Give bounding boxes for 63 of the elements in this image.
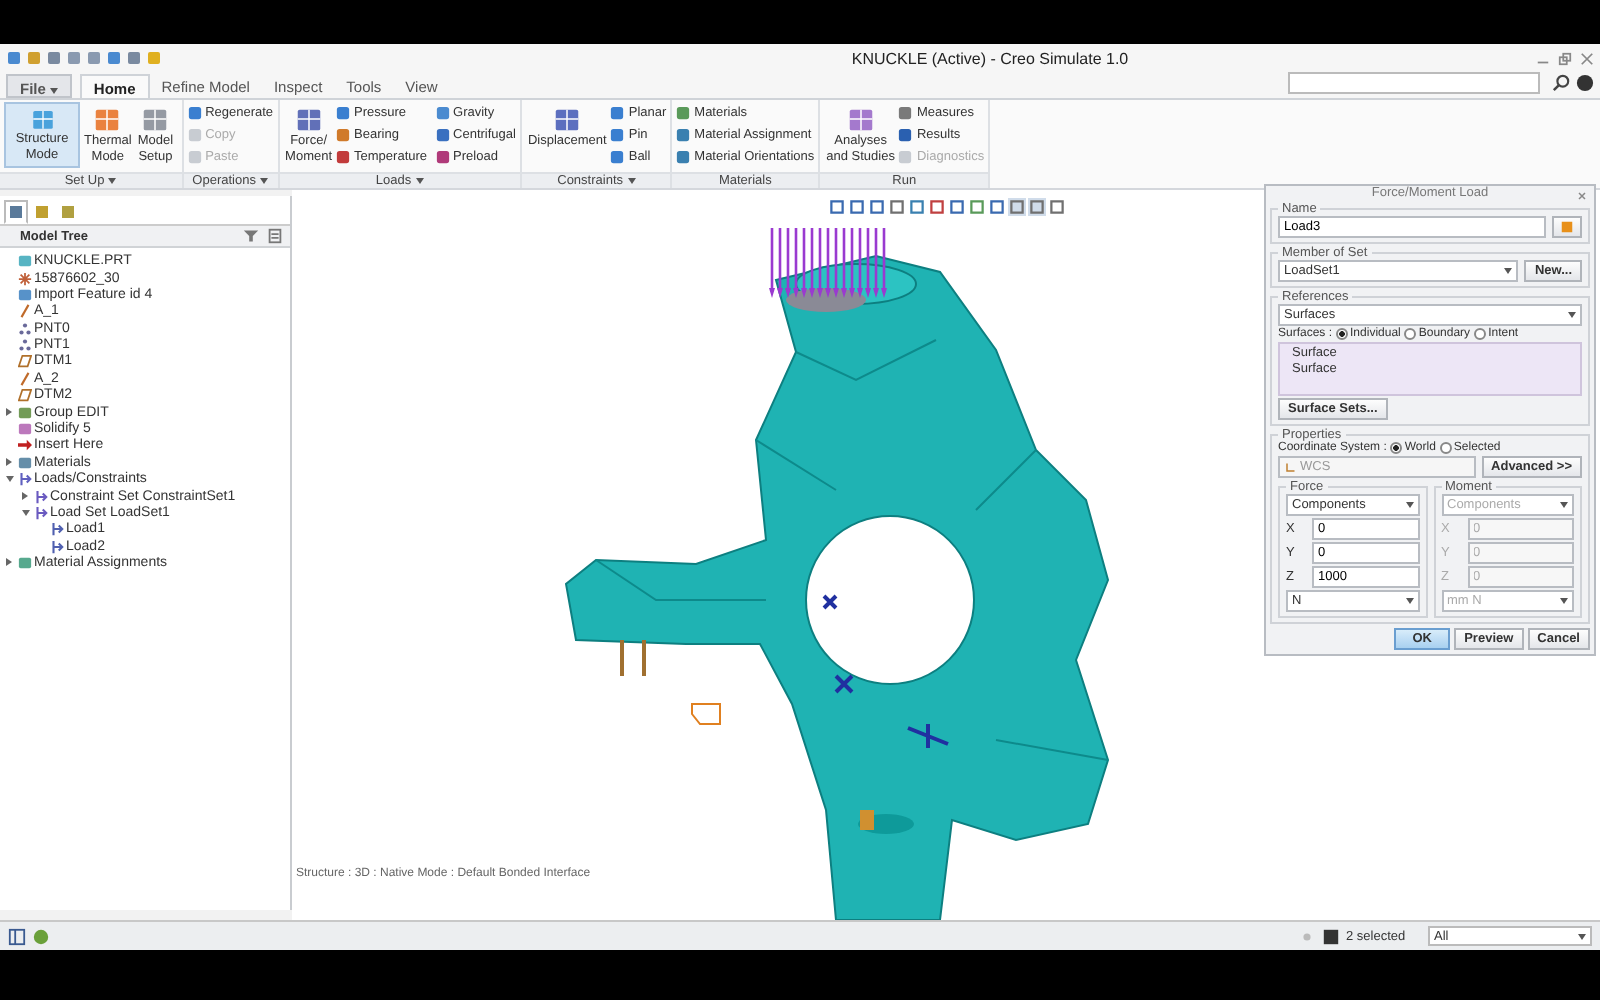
grid-icon xyxy=(27,106,57,133)
expand-arrow-icon[interactable] xyxy=(4,557,16,570)
search-field[interactable] xyxy=(1288,72,1540,95)
square-icon xyxy=(898,150,913,165)
materials-icon xyxy=(18,455,32,470)
square-icon xyxy=(676,150,691,165)
square-icon xyxy=(1560,220,1574,234)
constraint-marker-icon xyxy=(822,594,838,611)
plane-icon xyxy=(18,354,32,369)
window-title: KNUCKLE (Active) - Creo Simulate 1.0 xyxy=(849,49,1131,68)
search-icon[interactable] xyxy=(1552,74,1570,93)
square-icon xyxy=(435,106,450,121)
color-button[interactable] xyxy=(1552,216,1582,238)
panel-toggle-icon[interactable] xyxy=(8,927,26,946)
plane-icon xyxy=(18,388,32,403)
square-icon xyxy=(435,128,450,143)
assignment-icon xyxy=(18,556,32,571)
expand-arrow-icon[interactable] xyxy=(4,406,16,419)
filter-icon[interactable] xyxy=(242,228,260,245)
expand-arrow-icon[interactable] xyxy=(4,456,16,469)
close-icon[interactable] xyxy=(1580,51,1594,66)
force-arrows-drawing xyxy=(769,228,887,299)
square-icon xyxy=(610,150,625,165)
solidify-icon xyxy=(18,422,32,437)
square-icon xyxy=(336,106,351,121)
expand-arrow-icon[interactable] xyxy=(20,507,32,519)
axis-icon xyxy=(1284,461,1296,473)
close-icon[interactable] xyxy=(1576,190,1588,202)
import-icon xyxy=(18,287,32,302)
progress-icon xyxy=(1298,927,1316,946)
group-icon xyxy=(18,405,32,420)
globe-icon[interactable] xyxy=(32,927,50,946)
expand-arrow-icon[interactable] xyxy=(20,490,32,503)
expand-arrow-icon[interactable] xyxy=(4,473,16,486)
square-icon xyxy=(435,150,450,165)
constraint-marker-icon xyxy=(834,674,854,695)
coordinate-icon xyxy=(18,271,32,286)
navigator-tab[interactable] xyxy=(4,200,28,225)
constraint-marker-icon xyxy=(906,722,950,751)
axis-icon xyxy=(18,371,32,386)
square-icon xyxy=(898,106,913,121)
square-icon xyxy=(336,150,351,165)
settings-icon[interactable] xyxy=(266,228,284,245)
help-icon[interactable] xyxy=(1576,74,1594,93)
restore-icon[interactable] xyxy=(1558,51,1572,66)
square-icon xyxy=(34,204,50,221)
square-icon xyxy=(676,128,691,143)
square-icon xyxy=(610,128,625,143)
square-icon xyxy=(60,204,76,221)
square-icon xyxy=(187,150,202,165)
square-icon xyxy=(610,106,625,121)
square-icon xyxy=(898,128,913,143)
square-icon xyxy=(8,204,24,221)
selection-filter-icon[interactable] xyxy=(1322,927,1340,946)
square-icon xyxy=(336,128,351,143)
loads-icon xyxy=(18,472,32,487)
tag-icon xyxy=(691,703,721,726)
square-icon xyxy=(676,106,691,121)
square-icon xyxy=(187,106,202,121)
part-icon xyxy=(18,254,32,269)
square-icon xyxy=(187,128,202,143)
axis-icon xyxy=(18,304,32,319)
insert-arrow-icon xyxy=(18,438,32,453)
